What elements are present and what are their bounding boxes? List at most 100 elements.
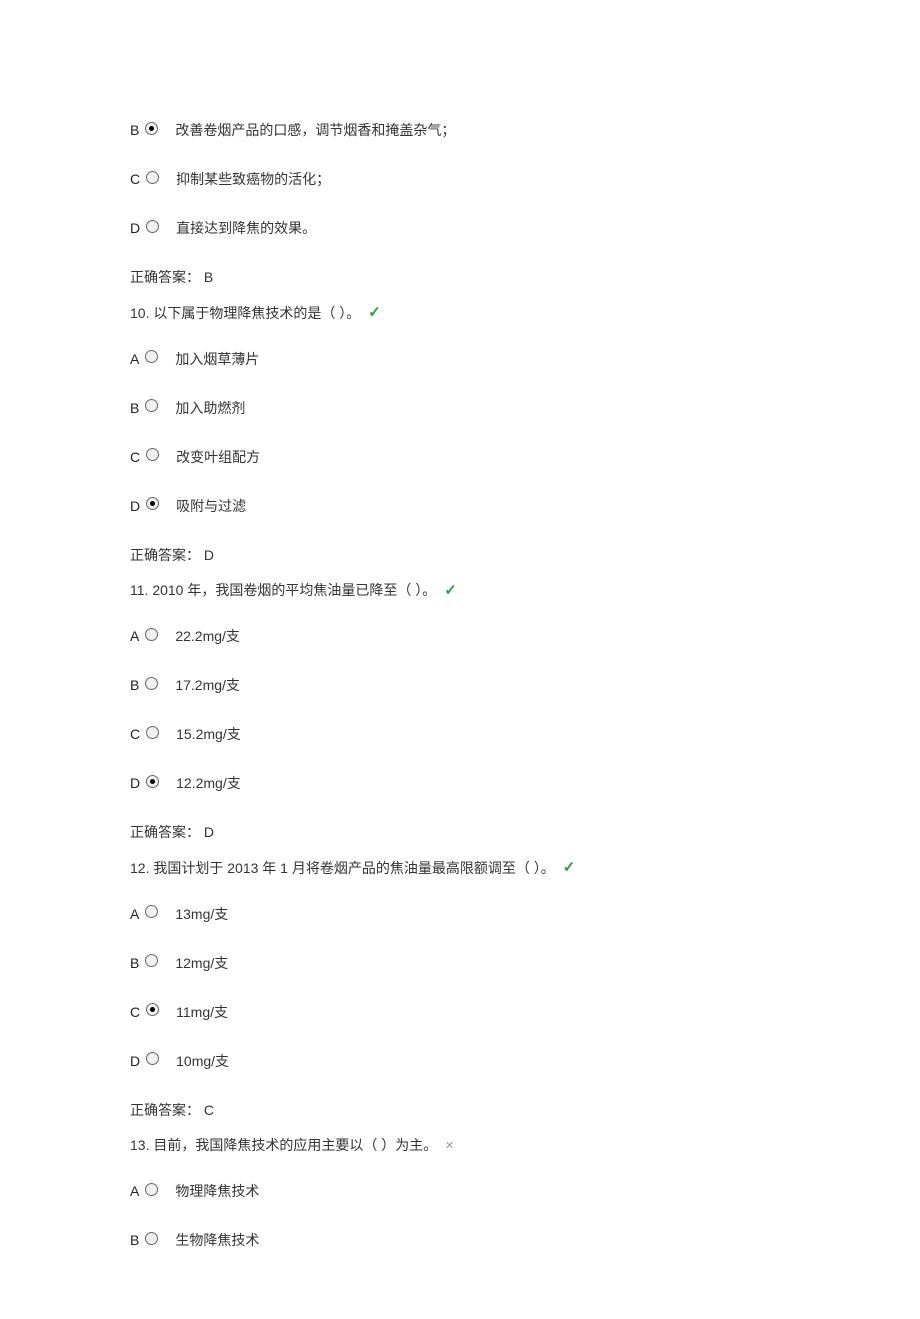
radio-selected-icon	[145, 122, 158, 135]
radio-button[interactable]	[146, 726, 160, 740]
option-letter: C	[130, 1002, 140, 1023]
radio-unselected-icon	[145, 350, 158, 363]
radio-unselected-icon	[145, 628, 158, 641]
option-row: B 17.2mg/支	[130, 675, 790, 696]
radio-unselected-icon	[146, 448, 159, 461]
question-text: 12. 我国计划于 2013 年 1 月将卷烟产品的焦油量最高限额调至（ ）。	[130, 858, 555, 879]
radio-unselected-icon	[145, 1183, 158, 1196]
option-letter: D	[130, 218, 140, 239]
option-text: 22.2mg/支	[175, 626, 240, 647]
question-prompt: 12. 我国计划于 2013 年 1 月将卷烟产品的焦油量最高限额调至（ ）。 …	[130, 857, 790, 880]
radio-button[interactable]	[145, 628, 159, 642]
question-text: 10. 以下属于物理降焦技术的是（ ）。	[130, 303, 360, 324]
option-text: 15.2mg/支	[176, 724, 241, 745]
radio-unselected-icon	[145, 399, 158, 412]
option-row: D 吸附与过滤	[130, 496, 790, 517]
radio-button[interactable]	[146, 1052, 160, 1066]
radio-button[interactable]	[145, 1232, 159, 1246]
radio-button[interactable]	[146, 1003, 160, 1017]
radio-button[interactable]	[145, 1183, 159, 1197]
correct-answer: 正确答案： B	[130, 267, 790, 288]
question-prompt: 11. 2010 年，我国卷烟的平均焦油量已降至（ ）。 ✓	[130, 580, 790, 603]
radio-selected-icon	[146, 497, 159, 510]
radio-button[interactable]	[145, 350, 159, 364]
radio-unselected-icon	[145, 1232, 158, 1245]
option-letter: D	[130, 1051, 140, 1072]
option-letter: A	[130, 1181, 139, 1202]
option-letter: A	[130, 349, 139, 370]
radio-selected-icon	[146, 775, 159, 788]
option-letter: C	[130, 724, 140, 745]
option-row: D 直接达到降焦的效果。	[130, 218, 790, 239]
option-row: D 10mg/支	[130, 1051, 790, 1072]
correct-icon: ✓	[563, 857, 576, 880]
radio-button[interactable]	[145, 954, 159, 968]
option-text: 12.2mg/支	[176, 773, 241, 794]
question-prompt: 13. 目前，我国降焦技术的应用主要以（ ）为主。 ×	[130, 1135, 790, 1158]
radio-unselected-icon	[145, 954, 158, 967]
correct-icon: ✓	[368, 302, 381, 325]
option-letter: D	[130, 773, 140, 794]
radio-unselected-icon	[145, 677, 158, 690]
option-text: 12mg/支	[175, 953, 228, 974]
option-letter: C	[130, 447, 140, 468]
correct-answer: 正确答案： D	[130, 822, 790, 843]
radio-button[interactable]	[145, 905, 159, 919]
radio-button[interactable]	[146, 171, 160, 185]
correct-answer: 正确答案： C	[130, 1100, 790, 1121]
radio-unselected-icon	[146, 726, 159, 739]
option-letter: A	[130, 626, 139, 647]
option-row: C 抑制某些致癌物的活化；	[130, 169, 790, 190]
radio-button[interactable]	[146, 775, 160, 789]
radio-button[interactable]	[146, 448, 160, 462]
option-letter: B	[130, 1230, 139, 1251]
radio-unselected-icon	[146, 1052, 159, 1065]
option-text: 13mg/支	[175, 904, 228, 925]
option-row: A 加入烟草薄片	[130, 349, 790, 370]
option-row: B 12mg/支	[130, 953, 790, 974]
option-letter: B	[130, 398, 139, 419]
option-text: 物理降焦技术	[175, 1181, 259, 1202]
option-row: C 15.2mg/支	[130, 724, 790, 745]
radio-unselected-icon	[145, 905, 158, 918]
option-text: 改变叶组配方	[176, 447, 260, 468]
option-row: A 13mg/支	[130, 904, 790, 925]
option-text: 生物降焦技术	[175, 1230, 259, 1251]
option-letter: B	[130, 675, 139, 696]
radio-button[interactable]	[145, 122, 159, 136]
option-row: B 加入助燃剂	[130, 398, 790, 419]
option-text: 吸附与过滤	[176, 496, 246, 517]
option-text: 10mg/支	[176, 1051, 229, 1072]
option-row: C 11mg/支	[130, 1002, 790, 1023]
option-letter: C	[130, 169, 140, 190]
radio-button[interactable]	[146, 497, 160, 511]
question-text: 13. 目前，我国降焦技术的应用主要以（ ）为主。	[130, 1135, 437, 1156]
option-row: C 改变叶组配方	[130, 447, 790, 468]
correct-answer: 正确答案： D	[130, 545, 790, 566]
radio-button[interactable]	[145, 677, 159, 691]
question-prompt: 10. 以下属于物理降焦技术的是（ ）。 ✓	[130, 302, 790, 325]
option-row: A 22.2mg/支	[130, 626, 790, 647]
radio-button[interactable]	[146, 220, 160, 234]
incorrect-icon: ×	[445, 1135, 454, 1158]
option-text: 加入烟草薄片	[175, 349, 259, 370]
option-row: A 物理降焦技术	[130, 1181, 790, 1202]
option-letter: A	[130, 904, 139, 925]
option-letter: D	[130, 496, 140, 517]
option-text: 改善卷烟产品的口感，调节烟香和掩盖杂气；	[175, 120, 455, 141]
option-letter: B	[130, 953, 139, 974]
correct-icon: ✓	[444, 580, 457, 603]
option-text: 加入助燃剂	[175, 398, 245, 419]
radio-selected-icon	[146, 1003, 159, 1016]
radio-button[interactable]	[145, 399, 159, 413]
option-row: D 12.2mg/支	[130, 773, 790, 794]
radio-unselected-icon	[146, 171, 159, 184]
option-row: B 生物降焦技术	[130, 1230, 790, 1251]
option-text: 17.2mg/支	[175, 675, 240, 696]
option-text: 抑制某些致癌物的活化；	[176, 169, 330, 190]
option-letter: B	[130, 120, 139, 141]
question-text: 11. 2010 年，我国卷烟的平均焦油量已降至（ ）。	[130, 580, 436, 601]
option-text: 11mg/支	[176, 1002, 228, 1023]
option-text: 直接达到降焦的效果。	[176, 218, 316, 239]
option-row: B 改善卷烟产品的口感，调节烟香和掩盖杂气；	[130, 120, 790, 141]
